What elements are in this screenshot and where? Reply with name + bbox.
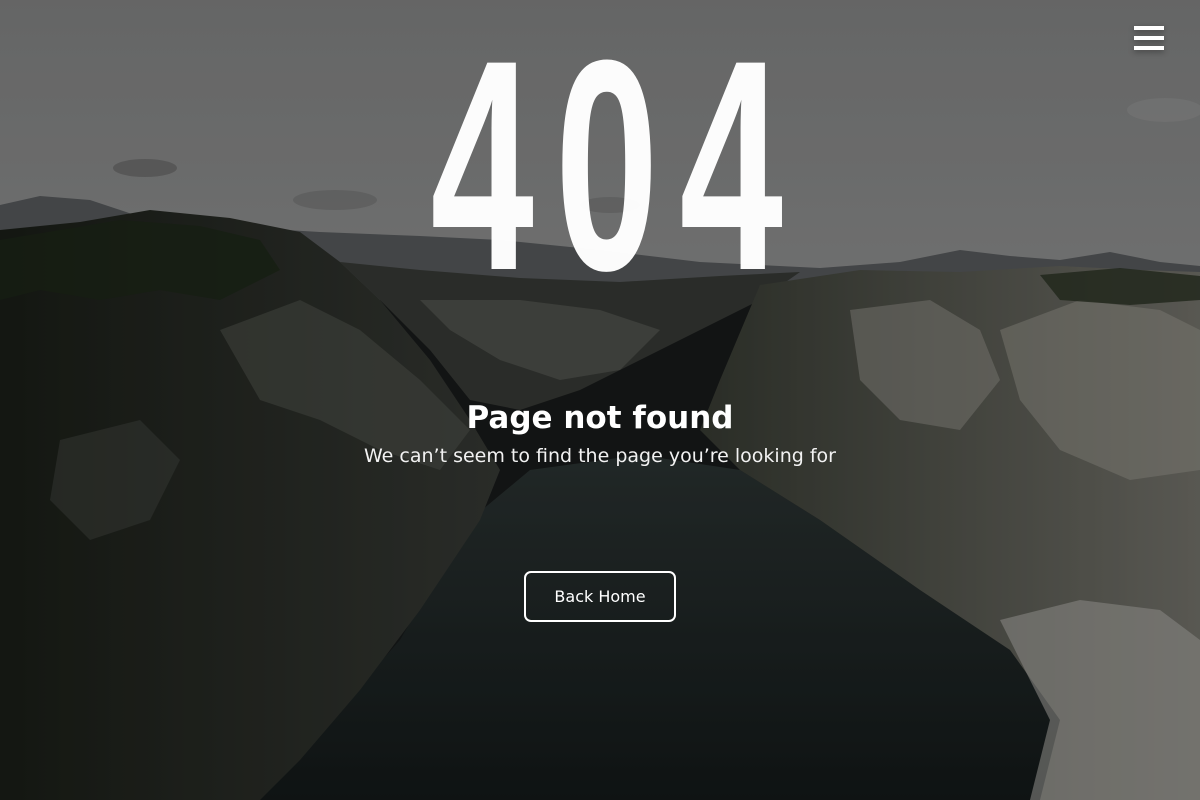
error-code-container: 404 <box>0 0 1200 333</box>
error-code: 404 <box>430 0 804 333</box>
error-page: 404 Page not found We can’t seem to find… <box>0 0 1200 800</box>
page-subtitle: We can’t seem to find the page you’re lo… <box>364 445 836 467</box>
menu-bar-line <box>1134 26 1164 30</box>
back-home-button[interactable]: Back Home <box>524 571 676 622</box>
page-title: Page not found <box>466 400 734 436</box>
